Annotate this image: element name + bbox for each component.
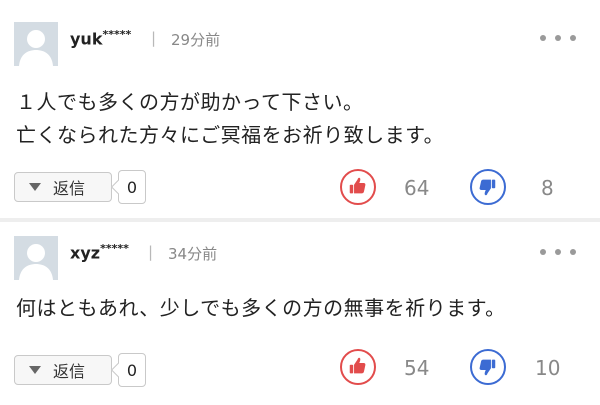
username-mask: *****: [102, 28, 132, 41]
more-options-button[interactable]: [540, 244, 576, 260]
thumbs-up-icon: [349, 177, 366, 194]
comment-text-line: 亡くなられた方々にご冥福をお祈り致します。: [16, 123, 445, 147]
avatar[interactable]: [14, 236, 58, 280]
dislike-button[interactable]: [470, 169, 506, 205]
like-count: 64: [404, 176, 430, 200]
default-user-avatar-icon: [14, 22, 58, 66]
reply-label: 返信: [53, 362, 86, 381]
thumbs-down-icon: [479, 179, 496, 196]
dislike-count: 8: [541, 176, 554, 200]
meta-separator: |: [148, 243, 154, 261]
reply-button[interactable]: 返信: [14, 355, 112, 385]
reply-button[interactable]: 返信: [14, 172, 112, 202]
comment-card: xyz***** | 34分前 何はともあれ、少しでも多くの方の無事を祈ります。…: [0, 222, 600, 405]
comment-card: yuk***** | 29分前 １人でも多くの方が助かって下さい。 亡くなられた…: [0, 0, 600, 219]
username-text: yuk: [70, 29, 103, 49]
thumbs-up-icon: [349, 357, 366, 374]
comment-text-line: １人でも多くの方が助かって下さい。: [16, 90, 364, 114]
thumbs-down-icon: [479, 359, 496, 376]
avatar[interactable]: [14, 22, 58, 66]
more-options-button[interactable]: [540, 30, 576, 46]
comment-text: 何はともあれ、少しでも多くの方の無事を祈ります。: [16, 292, 580, 325]
dislike-count: 10: [535, 356, 561, 380]
post-time: 29分前: [171, 31, 221, 49]
meta-separator: |: [151, 29, 157, 47]
post-time: 34分前: [168, 245, 218, 263]
triangle-down-icon: [29, 366, 41, 374]
username-text: xyz: [70, 243, 101, 263]
triangle-down-icon: [29, 183, 41, 191]
reply-label: 返信: [53, 179, 86, 198]
reply-count-badge: 0: [118, 170, 146, 204]
username[interactable]: xyz*****: [70, 242, 129, 262]
dislike-button[interactable]: [470, 349, 506, 385]
reply-count-badge: 0: [118, 353, 146, 387]
more-horizontal-icon: [540, 35, 546, 41]
comment-text-line: 何はともあれ、少しでも多くの方の無事を祈ります。: [16, 296, 506, 320]
like-count: 54: [404, 356, 430, 380]
username[interactable]: yuk*****: [70, 28, 131, 48]
more-horizontal-icon: [540, 249, 546, 255]
default-user-avatar-icon: [14, 236, 58, 280]
like-button[interactable]: [340, 349, 376, 385]
comment-text: １人でも多くの方が助かって下さい。 亡くなられた方々にご冥福をお祈り致します。: [16, 86, 580, 152]
username-mask: *****: [100, 242, 129, 255]
like-button[interactable]: [340, 169, 376, 205]
